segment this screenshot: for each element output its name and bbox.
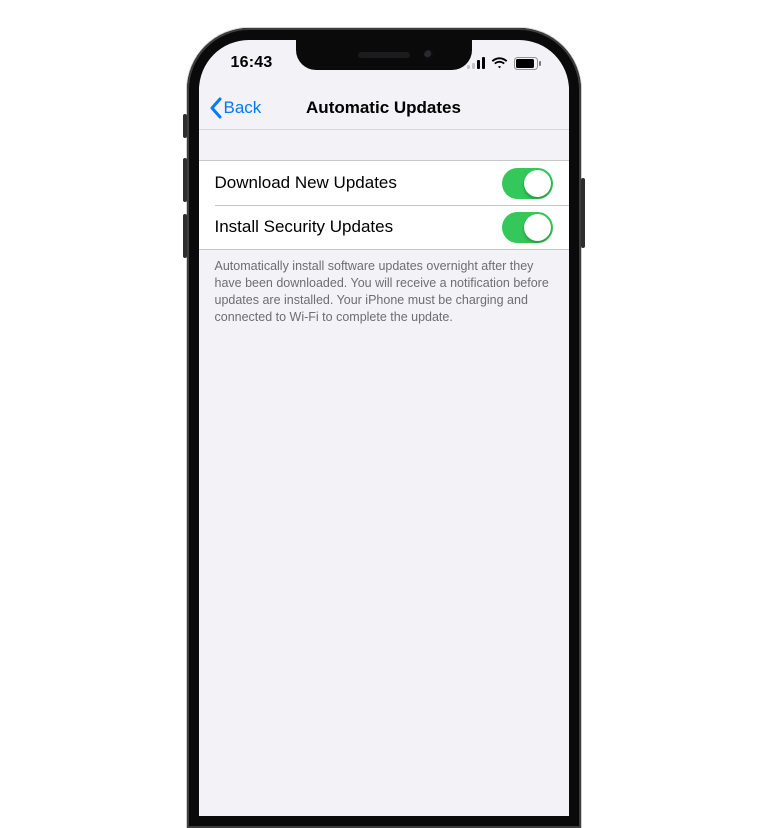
- status-time: 16:43: [231, 54, 273, 72]
- toggle-download-new-updates[interactable]: [502, 168, 553, 199]
- nav-bar: Back Automatic Updates: [199, 86, 569, 130]
- section-spacer: [199, 130, 569, 160]
- content: Download New Updates Install Security Up…: [199, 130, 569, 816]
- row-label: Install Security Updates: [215, 217, 394, 237]
- back-label: Back: [224, 98, 262, 118]
- wifi-icon: [491, 57, 508, 69]
- volume-up-button: [183, 158, 187, 202]
- status-icons: [467, 57, 541, 70]
- phone-frame: 16:43: [187, 28, 581, 828]
- chevron-left-icon: [209, 97, 222, 119]
- toggle-install-security-updates[interactable]: [502, 212, 553, 243]
- notch: [296, 40, 472, 70]
- row-label: Download New Updates: [215, 173, 397, 193]
- back-button[interactable]: Back: [209, 86, 262, 129]
- row-install-security-updates[interactable]: Install Security Updates: [199, 205, 569, 249]
- volume-down-button: [183, 214, 187, 258]
- settings-group: Download New Updates Install Security Up…: [199, 160, 569, 250]
- page-title: Automatic Updates: [306, 98, 461, 118]
- battery-icon: [514, 57, 541, 70]
- section-footer-text: Automatically install software updates o…: [199, 250, 569, 326]
- speaker-grille: [358, 52, 410, 58]
- row-download-new-updates[interactable]: Download New Updates: [199, 161, 569, 205]
- screen: 16:43: [199, 40, 569, 816]
- power-button: [581, 178, 585, 248]
- front-camera: [424, 50, 434, 60]
- mute-switch: [183, 114, 187, 138]
